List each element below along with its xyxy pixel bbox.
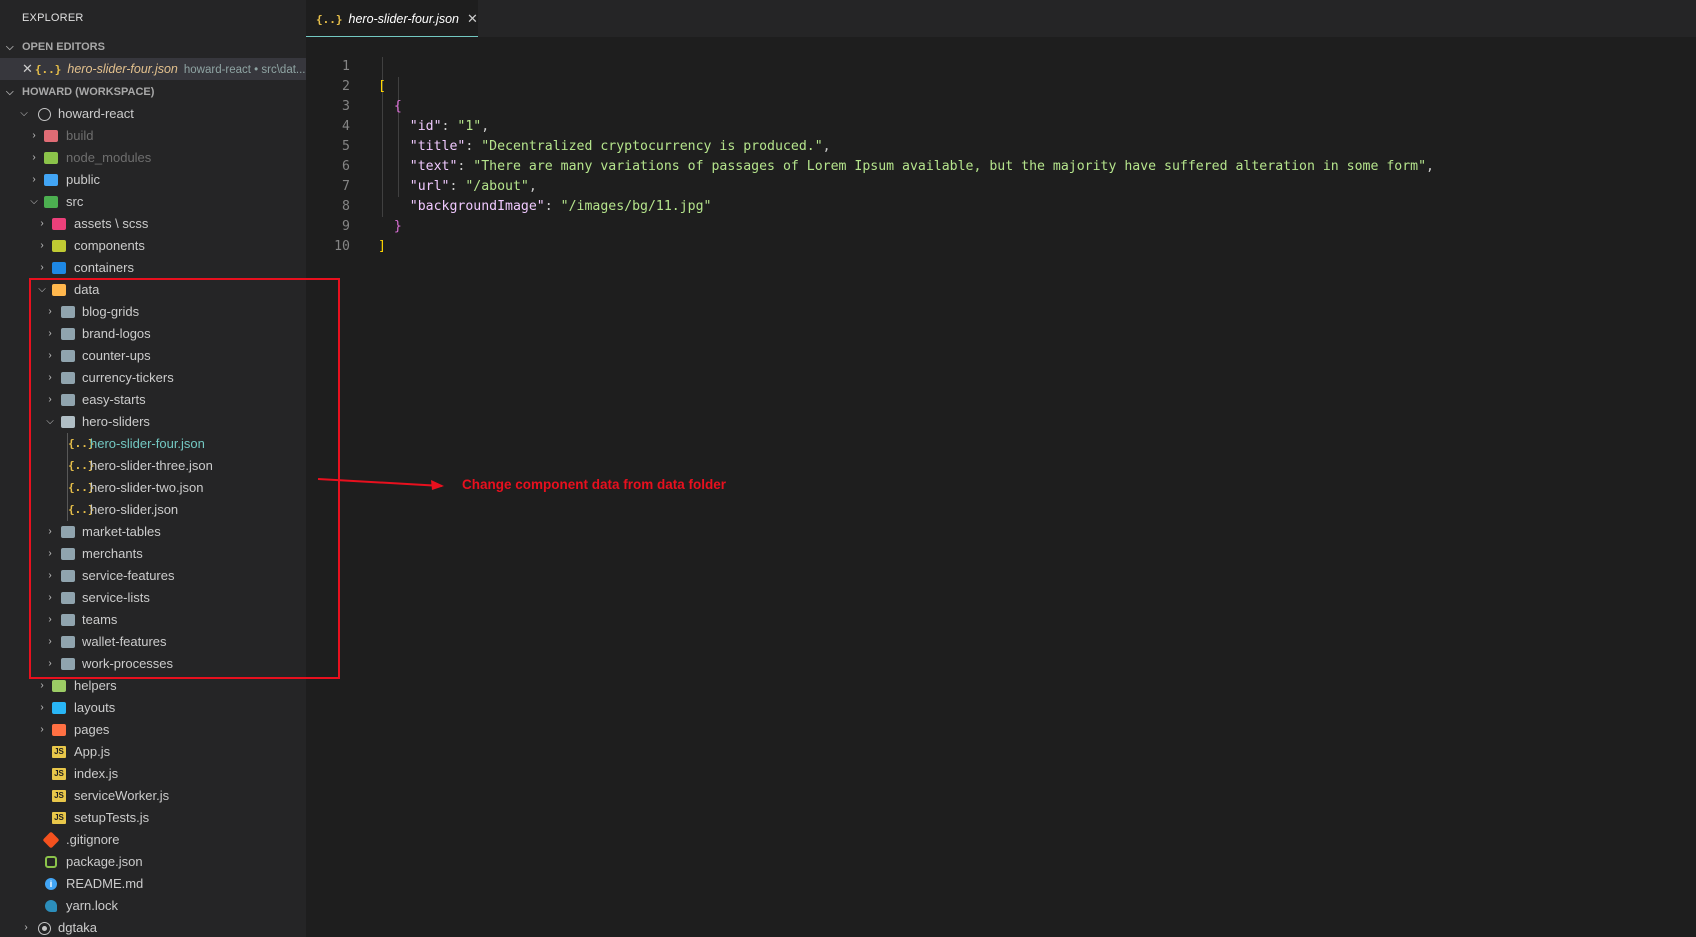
chevron-right-icon: › (40, 262, 44, 273)
js-file-icon: JS (52, 768, 66, 780)
tree-item-build[interactable]: › build (0, 125, 306, 147)
chevron-down-icon: ⌵ (6, 87, 14, 98)
folder-node-icon (44, 152, 58, 164)
tree-item-src[interactable]: ⌵ src (0, 191, 306, 213)
chevron-down-icon: ⌵ (6, 42, 14, 53)
tree-item-service-worker[interactable]: JS serviceWorker.js (0, 785, 306, 807)
tree-item-components[interactable]: › components (0, 235, 306, 257)
yarn-icon (45, 900, 57, 912)
code-line: 3 "id": "1", (342, 99, 490, 134)
folder-src-icon (44, 196, 58, 208)
js-file-icon: JS (52, 790, 66, 802)
folder-layouts-icon (52, 702, 66, 714)
tree-item-app-js[interactable]: JS App.js (0, 741, 306, 763)
code-line: 8 } (342, 199, 402, 234)
workspace-header[interactable]: ⌵ HOWARD (WORKSPACE) (0, 82, 306, 103)
code-line: 7 "backgroundImage": "/images/bg/11.jpg" (342, 179, 712, 214)
code-line: 1 [ (342, 59, 386, 94)
chevron-right-icon: › (24, 922, 28, 933)
folder-helpers-icon (52, 680, 66, 692)
chevron-right-icon: › (32, 130, 36, 141)
open-editor-name: hero-slider-four.json (67, 62, 178, 76)
open-editor-item[interactable]: ✕ {..} hero-slider-four.json howard-react •… (0, 58, 306, 80)
json-file-icon: {..} (316, 13, 343, 26)
chevron-right-icon: › (32, 174, 36, 185)
tree-item-public[interactable]: › public (0, 169, 306, 191)
chevron-right-icon: › (40, 218, 44, 229)
tree-item-node-modules[interactable]: › node_modules (0, 147, 306, 169)
open-editors-header[interactable]: ⌵ OPEN EDITORS (0, 37, 306, 58)
code-line: 5 "text": "There are many variations of … (342, 139, 1434, 174)
annotation-label: Change component data from data folder (462, 477, 727, 492)
chevron-right-icon: › (32, 152, 36, 163)
chevron-right-icon: › (40, 724, 44, 735)
info-icon: i (45, 878, 57, 890)
code-line: 6 "url": "/about", (342, 159, 537, 194)
folder-public-icon (44, 174, 58, 186)
chevron-down-icon: ⌵ (20, 108, 28, 119)
tab-hero-slider-four[interactable]: {..} hero-slider-four.json ✕ (306, 0, 478, 37)
tree-item-howard-react[interactable]: ⌵ howard-react (0, 103, 306, 125)
nodejs-icon (45, 856, 57, 868)
editor-tab-bar: {..} hero-slider-four.json ✕ (306, 0, 1696, 37)
explorer-title: EXPLORER (22, 12, 84, 24)
chevron-right-icon: › (40, 702, 44, 713)
tree-item-layouts[interactable]: › layouts (0, 697, 306, 719)
folder-build-icon (44, 130, 58, 142)
tree-item-pages[interactable]: › pages (0, 719, 306, 741)
folder-pages-icon (52, 724, 66, 736)
folder-containers-icon (52, 262, 66, 274)
tree-item-yarn-lock[interactable]: yarn.lock (0, 895, 306, 917)
tree-item-gitignore[interactable]: .gitignore (0, 829, 306, 851)
tree-item-containers[interactable]: › containers (0, 257, 306, 279)
folder-components-icon (52, 240, 66, 252)
git-icon (42, 831, 60, 849)
json-file-icon: {..} (34, 63, 62, 76)
chevron-right-icon: › (40, 240, 44, 251)
tree-item-package-json[interactable]: package.json (0, 851, 306, 873)
tree-item-index-js[interactable]: JS index.js (0, 763, 306, 785)
chevron-down-icon: ⌵ (30, 196, 38, 207)
code-line: 2 { (342, 79, 402, 114)
arrow-icon (317, 478, 444, 490)
tree-item-assets[interactable]: › assets \ scss (0, 213, 306, 235)
tree-item-setup-tests[interactable]: JS setupTests.js (0, 807, 306, 829)
close-icon[interactable]: ✕ (467, 11, 478, 26)
root-folder-icon (38, 108, 51, 121)
folder-assets-icon (52, 218, 66, 230)
tree-item-dgtaka[interactable]: › dgtaka (0, 917, 306, 937)
root-folder-icon (38, 922, 51, 935)
open-editor-path: howard-react • src\dat... (183, 64, 306, 76)
code-line: 10 (334, 239, 350, 254)
tab-label: hero-slider-four.json (348, 12, 459, 26)
js-file-icon: JS (52, 812, 66, 824)
close-icon[interactable]: ✕ (22, 61, 33, 76)
data-folder-highlight (29, 278, 340, 679)
code-line: 4 "title": "Decentralized cryptocurrency… (342, 119, 831, 154)
code-line: 9 ] (342, 219, 386, 254)
js-file-icon: JS (52, 746, 66, 758)
tree-item-readme[interactable]: i README.md (0, 873, 306, 895)
